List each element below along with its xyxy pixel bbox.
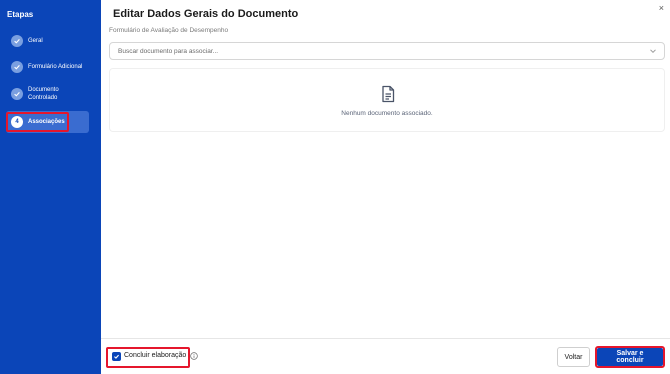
back-button[interactable]: Voltar — [557, 347, 590, 367]
dialog: Editar Dados Gerais do Documento × Formu… — [101, 0, 670, 374]
steps-sidebar: Etapas Geral Formulário Adicional Docume… — [0, 0, 101, 374]
document-search-select[interactable]: Buscar documento para associar... — [109, 42, 665, 60]
step-label-line2: Controlado — [28, 95, 58, 101]
search-placeholder: Buscar documento para associar... — [118, 47, 219, 55]
empty-state-text: Nenhum documento associado. — [341, 110, 433, 117]
document-icon — [382, 85, 395, 103]
active-step-outline — [6, 112, 69, 132]
info-icon[interactable] — [190, 352, 198, 360]
step-documento-controlado[interactable]: Documento Controlado — [0, 86, 101, 102]
check-icon — [11, 35, 23, 47]
step-label: Geral — [28, 38, 43, 44]
step-label: Documento Controlado — [28, 86, 59, 102]
step-formulario-adicional[interactable]: Formulário Adicional — [0, 61, 101, 73]
chevron-down-icon — [650, 49, 656, 54]
save-and-conclude-button[interactable]: Salvar e concluir — [597, 348, 663, 366]
check-icon — [11, 88, 23, 100]
associated-documents-panel: Nenhum documento associado. — [109, 68, 665, 132]
close-icon[interactable]: × — [659, 3, 664, 13]
check-icon — [11, 61, 23, 73]
sidebar-title: Etapas — [7, 10, 34, 19]
step-geral[interactable]: Geral — [0, 35, 101, 47]
dialog-subtitle: Formulário de Avaliação de Desempenho — [109, 27, 229, 34]
concluir-elaboracao-checkbox[interactable] — [112, 352, 121, 361]
dialog-title: Editar Dados Gerais do Documento — [113, 8, 299, 20]
checkbox-label[interactable]: Concluir elaboração — [124, 352, 186, 359]
dialog-footer: Concluir elaboração Voltar Salvar e conc… — [101, 338, 670, 374]
step-label: Formulário Adicional — [28, 64, 83, 70]
checkmark-icon — [114, 354, 120, 359]
step-label-line1: Documento — [28, 87, 59, 93]
